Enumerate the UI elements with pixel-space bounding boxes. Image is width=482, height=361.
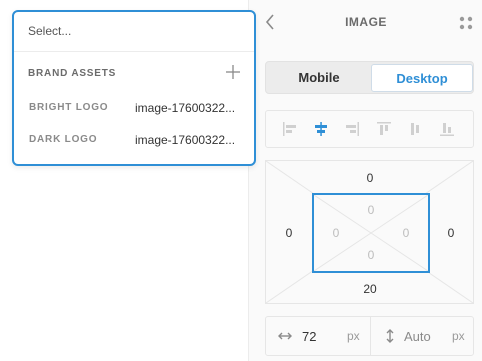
height-unit: px	[452, 329, 465, 343]
margin-bottom-value[interactable]: 20	[355, 282, 385, 296]
device-toggle: Mobile Desktop	[265, 61, 474, 94]
grid-dots-icon[interactable]	[459, 16, 473, 30]
align-left-icon[interactable]	[282, 121, 298, 137]
margin-top-value[interactable]: 0	[355, 171, 385, 185]
mobile-tab[interactable]: Mobile	[268, 64, 370, 92]
align-right-icon[interactable]	[344, 121, 360, 137]
padding-top-value[interactable]: 0	[359, 203, 383, 217]
asset-label: DARK LOGO	[29, 134, 98, 145]
horizontal-resize-icon	[278, 332, 292, 340]
padding-right-value[interactable]: 0	[394, 226, 418, 240]
height-value[interactable]: Auto	[404, 329, 431, 344]
width-unit: px	[347, 329, 360, 343]
asset-option-bright-logo[interactable]: BRIGHT LOGO image-17600322...	[14, 96, 254, 122]
spacing-editor: 0 0 0 20 0 0 0 0	[265, 160, 474, 304]
panel-header: IMAGE	[249, 0, 482, 44]
alignment-toolbar	[265, 110, 474, 148]
width-field[interactable]: 72 px	[266, 317, 370, 355]
width-value[interactable]: 72	[302, 329, 316, 344]
padding-left-value[interactable]: 0	[324, 226, 348, 240]
asset-label: BRIGHT LOGO	[29, 102, 109, 113]
add-icon[interactable]	[226, 65, 240, 79]
size-controls: 72 px Auto px	[265, 316, 474, 356]
asset-value: image-17600322...	[135, 133, 235, 147]
asset-option-dark-logo[interactable]: DARK LOGO image-17600322...	[14, 128, 254, 154]
height-field[interactable]: Auto px	[371, 317, 475, 355]
padding-bottom-value[interactable]: 0	[359, 248, 383, 262]
panel-title: IMAGE	[345, 15, 387, 29]
padding-box: 0 0 0 0	[312, 193, 430, 273]
margin-right-value[interactable]: 0	[436, 226, 466, 240]
asset-select-dropdown: Select... BRAND ASSETS BRIGHT LOGO image…	[12, 10, 256, 166]
properties-panel: IMAGE Mobile Desktop 0 0 0 20 0 0 0 0 72…	[248, 0, 482, 361]
desktop-tab[interactable]: Desktop	[371, 64, 473, 92]
margin-left-value[interactable]: 0	[274, 226, 304, 240]
align-center-vertical-icon[interactable]	[407, 121, 423, 137]
align-bottom-icon[interactable]	[439, 121, 455, 137]
vertical-resize-icon	[386, 329, 394, 343]
asset-value: image-17600322...	[135, 101, 235, 115]
align-center-horizontal-icon[interactable]	[313, 121, 329, 137]
select-search-input[interactable]: Select...	[14, 12, 254, 52]
section-title: BRAND ASSETS	[28, 68, 117, 79]
align-top-icon[interactable]	[376, 121, 392, 137]
